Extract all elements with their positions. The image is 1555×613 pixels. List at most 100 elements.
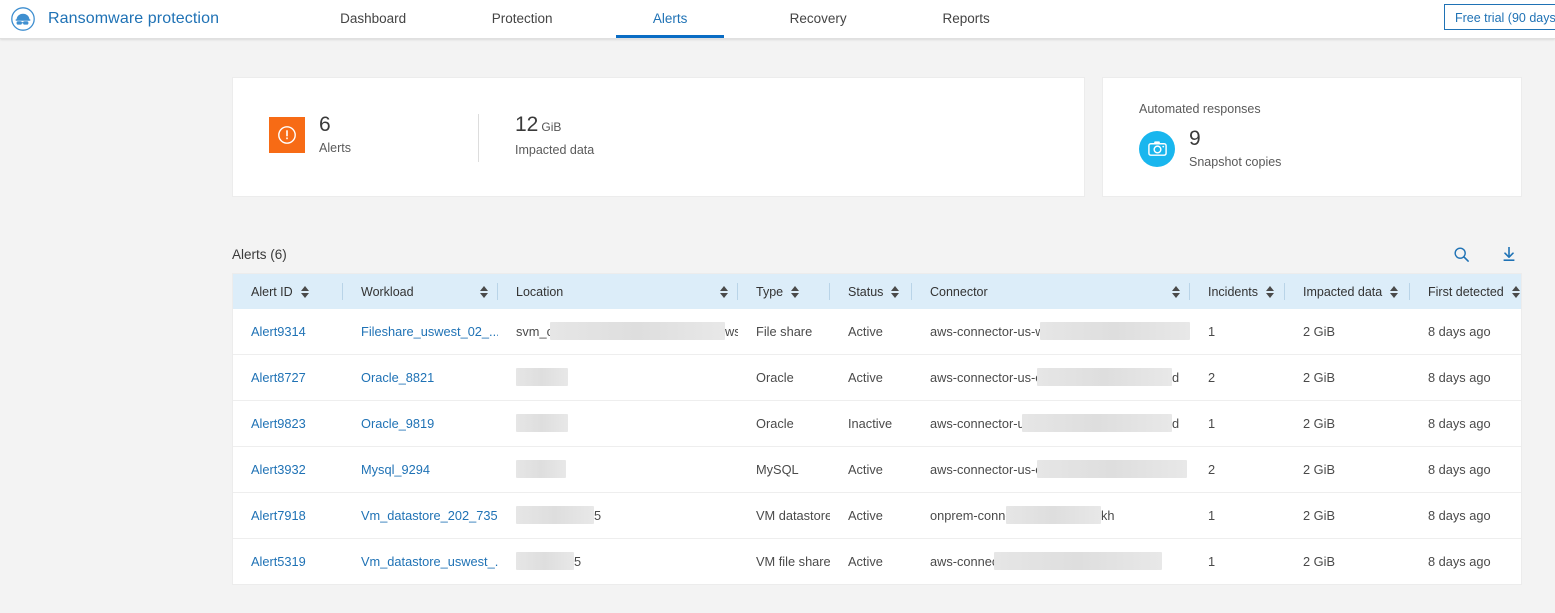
sort-icon[interactable]: [720, 286, 728, 298]
table-row: Alert8727Oracle_8821OracleActiveaws-conn…: [233, 354, 1521, 400]
impacted-data-value-wrap: 12GiB: [515, 114, 594, 138]
card-divider: [478, 114, 479, 162]
column-header-type[interactable]: Type: [738, 274, 830, 309]
column-label: Connector: [930, 285, 988, 299]
snapshot-copies-metric: 9 Snapshot copies: [1139, 128, 1281, 169]
column-header-incidents[interactable]: Incidents: [1190, 274, 1285, 309]
cell-connector: aws-connector-us-ea: [912, 447, 1190, 492]
table-row: Alert3932Mysql_9294MySQLActiveaws-connec…: [233, 446, 1521, 492]
sort-icon[interactable]: [301, 286, 309, 298]
snapshot-copies-text: 9 Snapshot copies: [1189, 128, 1281, 169]
cell-alert-id[interactable]: Alert9314: [233, 309, 343, 354]
connector-text: aws-connector-us-: [930, 416, 1035, 431]
sort-icon[interactable]: [480, 286, 488, 298]
redaction-block: [516, 368, 568, 386]
cell-status: Active: [830, 493, 912, 538]
cell-incidents: 1: [1190, 539, 1285, 584]
table-toolbar-icons: [1426, 241, 1522, 267]
sort-icon[interactable]: [1512, 286, 1520, 298]
ransomware-shield-icon: [10, 6, 36, 32]
column-label: Incidents: [1208, 285, 1258, 299]
cell-alert-id[interactable]: Alert9823: [233, 401, 343, 446]
nav-item-reports[interactable]: Reports: [912, 0, 1020, 38]
location-text-suffix: 5: [574, 539, 581, 584]
column-header-workload[interactable]: Workload: [343, 274, 498, 309]
table-row: Alert9314Fileshare_uswest_02_...svm_cvws…: [233, 309, 1521, 354]
alerts-summary-card: 6 Alerts 12GiB Impacted data: [232, 77, 1085, 197]
column-header-impacted-data[interactable]: Impacted data: [1285, 274, 1410, 309]
cell-alert-id[interactable]: Alert5319: [233, 539, 343, 584]
sort-icon[interactable]: [1266, 286, 1274, 298]
column-label: Impacted data: [1303, 285, 1382, 299]
impacted-data-unit: GiB: [541, 120, 561, 134]
nav-item-protection[interactable]: Protection: [468, 0, 576, 38]
redaction-block: [516, 506, 594, 524]
cell-impacted-data: 2 GiB: [1285, 401, 1410, 446]
cell-first-detected: 8 days ago: [1410, 539, 1521, 584]
column-header-location[interactable]: Location: [498, 274, 738, 309]
connector-text: aws-connect: [930, 554, 1002, 569]
cell-type: VM file share: [738, 539, 830, 584]
cell-alert-id[interactable]: Alert8727: [233, 355, 343, 400]
cell-workload[interactable]: Vm_datastore_202_735...: [343, 493, 498, 538]
brand-title: Ransomware protection: [48, 10, 219, 28]
column-header-connector[interactable]: Connector: [912, 274, 1190, 309]
table-row: Alert9823Oracle_9819OracleInactiveaws-co…: [233, 400, 1521, 446]
cell-alert-id[interactable]: Alert3932: [233, 447, 343, 492]
cell-workload[interactable]: Oracle_8821: [343, 355, 498, 400]
redaction-block: [1022, 414, 1172, 432]
column-label: Alert ID: [251, 285, 293, 299]
alert-exclamation-icon: [269, 117, 305, 153]
sort-icon[interactable]: [1172, 286, 1180, 298]
cell-first-detected: 8 days ago: [1410, 355, 1521, 400]
redaction-block: [516, 460, 566, 478]
table-row: Alert7918Vm_datastore_202_735...5VM data…: [233, 492, 1521, 538]
cell-status: Active: [830, 539, 912, 584]
cell-location: [498, 447, 738, 492]
sort-icon[interactable]: [1390, 286, 1398, 298]
cell-status: Active: [830, 355, 912, 400]
cell-location: 5: [498, 493, 738, 538]
cell-workload[interactable]: Fileshare_uswest_02_...: [343, 309, 498, 354]
nav-item-alerts[interactable]: Alerts: [616, 0, 724, 38]
cell-first-detected: 8 days ago: [1410, 493, 1521, 538]
table-body: Alert9314Fileshare_uswest_02_...svm_cvws…: [233, 309, 1521, 584]
connector-text-suffix: d: [1172, 355, 1179, 400]
cell-workload[interactable]: Mysql_9294: [343, 447, 498, 492]
connector-text-suffix: d: [1172, 401, 1179, 446]
nav-item-recovery[interactable]: Recovery: [764, 0, 872, 38]
impacted-data-value: 12: [515, 113, 538, 136]
location-text-suffix: ws: [725, 309, 738, 354]
cell-incidents: 2: [1190, 447, 1285, 492]
search-icon[interactable]: [1448, 241, 1474, 267]
cell-type: VM datastore: [738, 493, 830, 538]
cell-workload[interactable]: Oracle_9819: [343, 401, 498, 446]
column-header-status[interactable]: Status: [830, 274, 912, 309]
redaction-block: [516, 552, 574, 570]
free-trial-button[interactable]: Free trial (90 days l: [1444, 4, 1555, 30]
cell-workload[interactable]: Vm_datastore_uswest_...: [343, 539, 498, 584]
cell-first-detected: 8 days ago: [1410, 447, 1521, 492]
redaction-block: [1037, 460, 1187, 478]
app-header: Ransomware protection Dashboard Protecti…: [0, 0, 1555, 39]
cell-impacted-data: 2 GiB: [1285, 539, 1410, 584]
cell-alert-id[interactable]: Alert7918: [233, 493, 343, 538]
nav-item-dashboard[interactable]: Dashboard: [318, 0, 428, 38]
download-icon[interactable]: [1496, 241, 1522, 267]
column-label: Location: [516, 285, 563, 299]
cell-connector: onprem-connekh: [912, 493, 1190, 538]
alerts-table-title: Alerts (6): [232, 247, 287, 262]
cell-first-detected: 8 days ago: [1410, 401, 1521, 446]
automated-responses-heading: Automated responses: [1139, 102, 1261, 116]
column-header-alert-id[interactable]: Alert ID: [233, 274, 343, 309]
column-label: Type: [756, 285, 783, 299]
sort-icon[interactable]: [791, 286, 799, 298]
impacted-data-text: 12GiB Impacted data: [515, 114, 594, 157]
column-header-first-detected[interactable]: First detected: [1410, 274, 1521, 309]
cell-incidents: 2: [1190, 355, 1285, 400]
cell-connector: aws-connector-us-we: [912, 309, 1190, 354]
cell-location: svm_cvws: [498, 309, 738, 354]
sort-icon[interactable]: [891, 286, 899, 298]
cell-location: [498, 401, 738, 446]
cell-connector: aws-connector-us-ead: [912, 355, 1190, 400]
